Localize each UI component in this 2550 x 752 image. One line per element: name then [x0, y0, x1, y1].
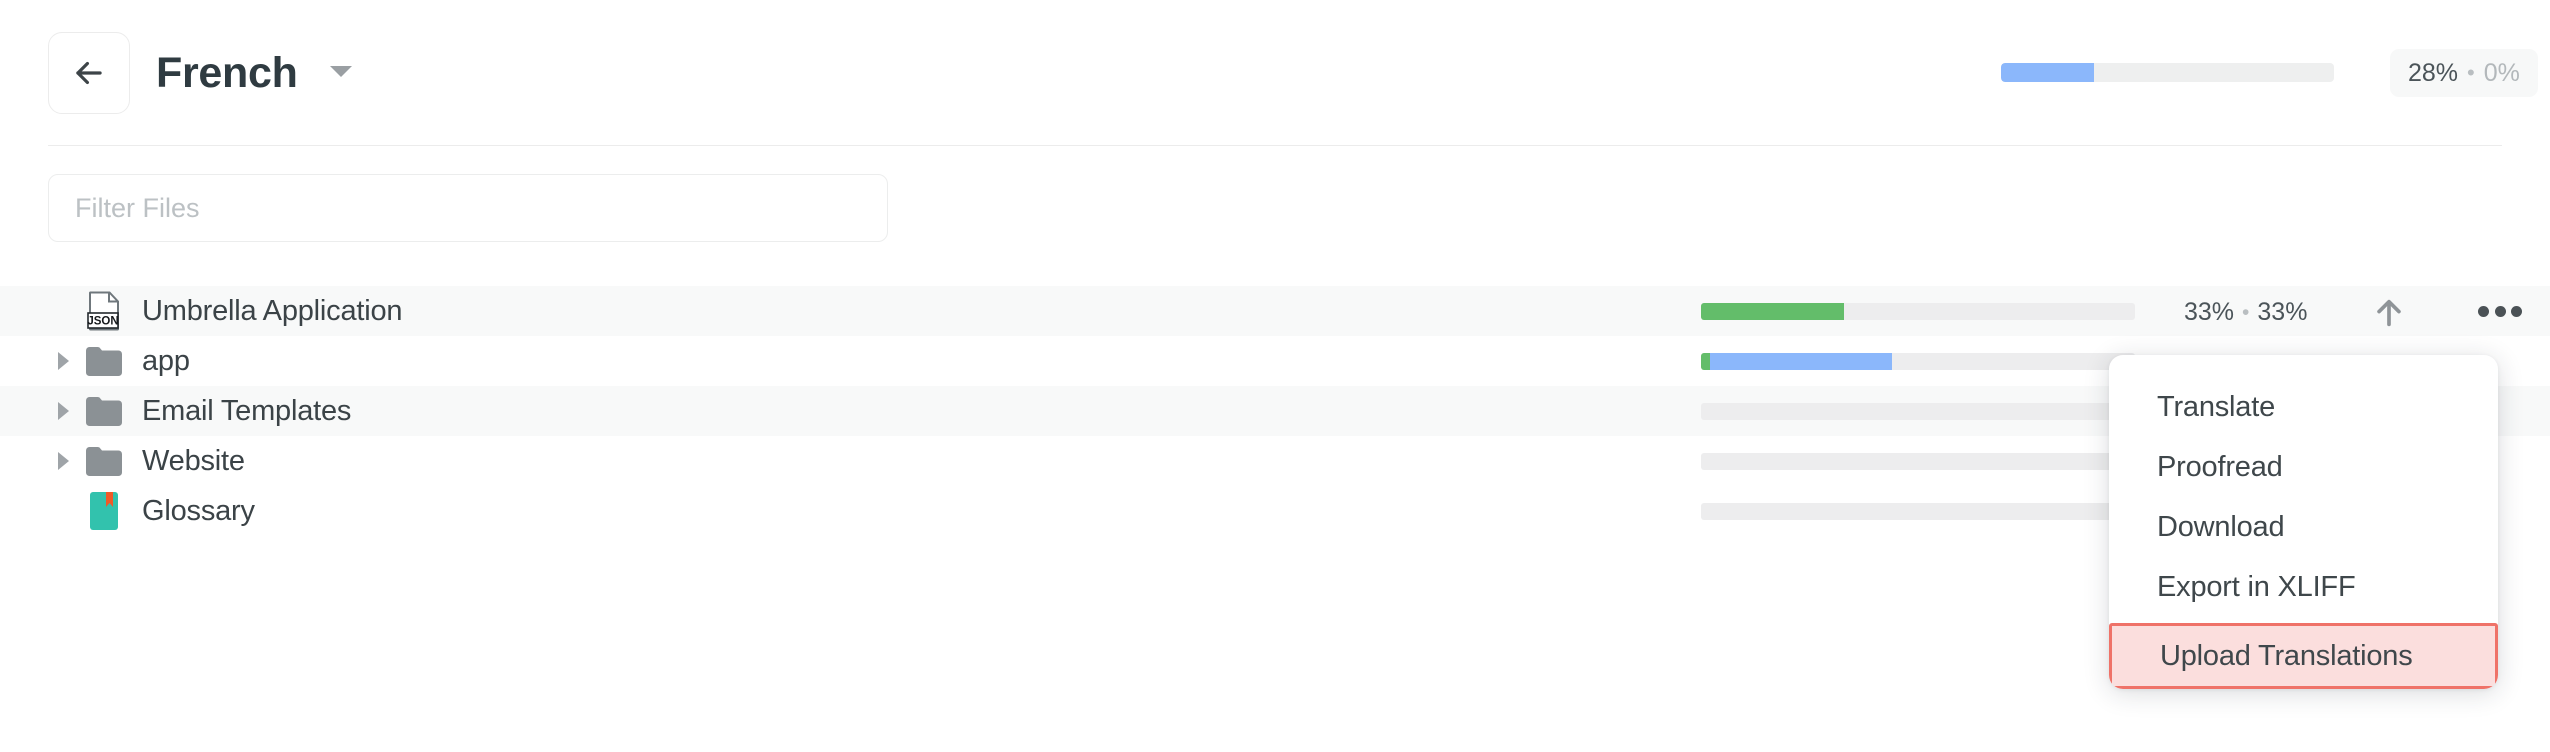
overall-progress-badge: 28% • 0%	[2390, 49, 2538, 97]
filter-files-input[interactable]	[48, 174, 888, 242]
glossary-book-icon	[76, 491, 132, 531]
table-row[interactable]: JSON Umbrella Application 33% • 33%	[0, 286, 2550, 336]
menu-item-translate[interactable]: Translate	[2109, 377, 2498, 437]
row-progress-blue	[1709, 353, 1892, 370]
arrow-up-icon[interactable]	[2372, 296, 2406, 328]
file-name-label: Email Templates	[142, 394, 352, 427]
menu-item-download[interactable]: Download	[2109, 497, 2498, 557]
overall-progress-secondary: 0%	[2483, 58, 2520, 87]
translation-files-page: French 28% • 0% Filter Files JSON Umbrel…	[0, 0, 2550, 752]
file-name-label: Glossary	[142, 494, 255, 527]
row-progress-bar	[1701, 303, 2135, 320]
menu-item-export-in-xliff[interactable]: Export in XLIFF	[2109, 557, 2498, 617]
file-name-label: app	[142, 344, 190, 377]
page-header: French 28% • 0%	[0, 0, 2550, 146]
row-progress-bar	[1701, 453, 2135, 470]
row-progress-badge: 33% • 33%	[2168, 290, 2324, 334]
expand-caret-icon[interactable]	[50, 452, 76, 470]
chevron-down-icon[interactable]	[330, 66, 352, 77]
expand-caret-icon[interactable]	[50, 402, 76, 420]
menu-item-proofread[interactable]: Proofread	[2109, 437, 2498, 497]
overall-progress-fill	[2001, 63, 2095, 82]
svg-text:JSON: JSON	[87, 316, 118, 328]
folder-icon	[76, 445, 132, 477]
json-file-icon: JSON	[76, 291, 132, 331]
row-stat-secondary: 33%	[2257, 297, 2308, 326]
folder-icon	[76, 345, 132, 377]
row-progress-green	[1701, 353, 1710, 370]
file-name-label: Umbrella Application	[142, 294, 403, 327]
expand-caret-icon[interactable]	[50, 352, 76, 370]
row-progress-bar	[1701, 353, 2135, 370]
row-progress-bar	[1701, 503, 2135, 520]
overall-progress-primary: 28%	[2408, 58, 2459, 87]
toolbar: Translate All	[0, 146, 2550, 392]
folder-icon	[76, 395, 132, 427]
page-title: French	[156, 49, 298, 97]
row-progress-green	[1701, 303, 1845, 320]
row-stat-primary: 33%	[2184, 297, 2235, 326]
arrow-left-icon	[70, 54, 108, 92]
ellipsis-icon[interactable]	[2478, 305, 2522, 317]
back-button[interactable]	[48, 32, 130, 114]
overall-progress-bar	[2001, 63, 2334, 82]
row-context-menu: Translate Proofread Download Export in XLIF…	[2109, 355, 2498, 689]
row-progress-bar	[1701, 403, 2135, 420]
stat-separator: •	[2242, 300, 2250, 324]
stat-separator: •	[2467, 60, 2475, 85]
menu-item-upload-translations[interactable]: Upload Translations	[2109, 623, 2498, 689]
file-name-label: Website	[142, 444, 245, 477]
